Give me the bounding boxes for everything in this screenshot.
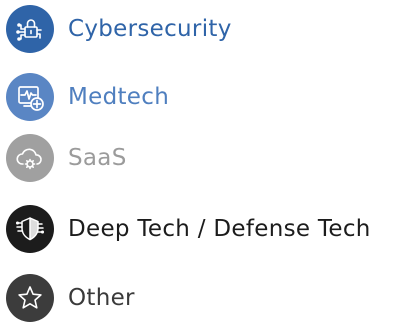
- category-badge: [6, 274, 54, 322]
- category-item-medtech[interactable]: Medtech: [6, 73, 169, 121]
- category-item-saas[interactable]: SaaS: [6, 134, 127, 182]
- category-label: Cybersecurity: [68, 15, 232, 42]
- category-label: Deep Tech / Defense Tech: [68, 215, 371, 242]
- category-label: Medtech: [68, 83, 170, 110]
- shield-circuit-icon: [15, 217, 45, 241]
- category-item-cybersecurity[interactable]: Cybersecurity: [6, 5, 232, 53]
- category-item-other[interactable]: Other: [6, 274, 135, 322]
- category-list: Cybersecurity Medtech SaaS Deep Tech / D…: [0, 0, 398, 324]
- star-icon: [18, 286, 42, 309]
- category-label: SaaS: [68, 144, 127, 171]
- category-badge: [6, 5, 54, 53]
- cloud-gear-icon: [16, 148, 42, 170]
- category-badge: [6, 73, 54, 121]
- category-badge: [6, 134, 54, 182]
- lock-circuit-icon: [16, 19, 42, 41]
- category-badge: [6, 205, 54, 253]
- heartbeat-monitor-plus-icon: [18, 86, 44, 111]
- category-item-deep-tech-defense-tech[interactable]: Deep Tech / Defense Tech: [6, 205, 371, 253]
- category-label: Other: [68, 284, 135, 311]
